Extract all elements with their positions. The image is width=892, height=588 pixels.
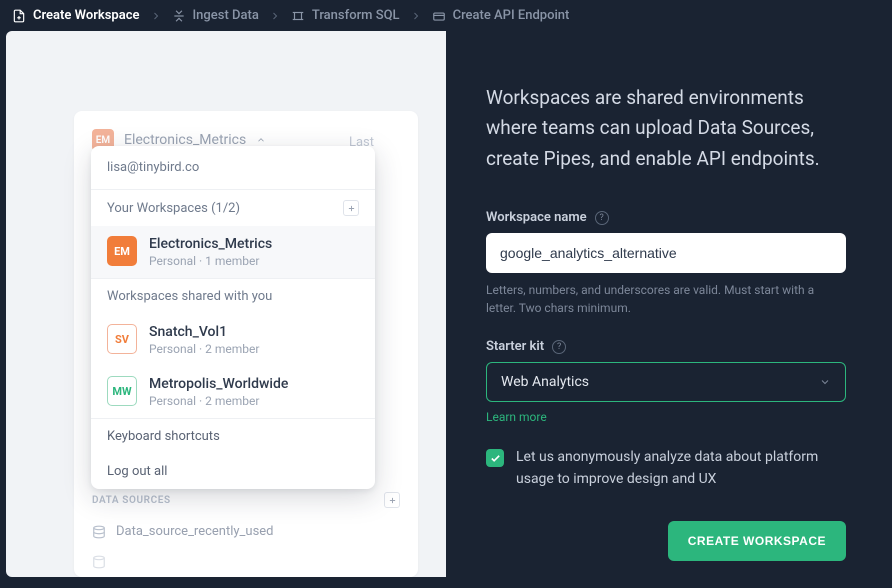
crumb-transform-sql[interactable]: Transform SQL (291, 8, 400, 23)
datasource-name: Data_source_recently_used (116, 524, 274, 539)
workspace-avatar: EM (107, 236, 137, 266)
starter-kit-value: Web Analytics (501, 374, 589, 390)
workspace-item-snatch-vol1[interactable]: SV Snatch_Vol1 Personal · 2 member (91, 314, 375, 366)
chevron-right-icon (410, 10, 422, 22)
chevron-down-icon (819, 376, 831, 388)
workspace-name-hint: Letters, numbers, and underscores are va… (486, 281, 846, 317)
workspace-avatar: MW (107, 376, 137, 406)
analytics-consent-row: Let us anonymously analyze data about pl… (486, 447, 846, 490)
transform-icon (291, 9, 305, 23)
workspace-item-sub: Personal · 2 member (149, 394, 288, 408)
create-workspace-form: Workspaces are shared environments where… (446, 31, 886, 577)
your-workspaces-header: Your Workspaces (1/2) (91, 190, 375, 226)
workspace-name-label: Workspace name (486, 210, 587, 225)
logout-all-link[interactable]: Log out all (91, 454, 375, 489)
user-email: lisa@tinybird.co (91, 146, 375, 189)
help-icon[interactable]: ? (552, 340, 566, 354)
workspace-item-electronics-metrics[interactable]: EM Electronics_Metrics Personal · 1 memb… (91, 226, 375, 278)
add-datasource-button[interactable] (384, 492, 400, 508)
chevron-right-icon (150, 10, 162, 22)
workspace-item-sub: Personal · 2 member (149, 342, 259, 356)
chevron-right-icon (269, 10, 281, 22)
analytics-checkbox-label: Let us anonymously analyze data about pl… (516, 447, 846, 490)
breadcrumb: Create Workspace Ingest Data Transform S… (0, 0, 892, 31)
starter-kit-label: Starter kit (486, 339, 544, 354)
starter-kit-field-group: Starter kit ? Web Analytics Learn more (486, 339, 846, 425)
create-workspace-button[interactable]: CREATE WORKSPACE (668, 521, 846, 561)
workspace-item-title: Electronics_Metrics (149, 236, 272, 252)
crumb-label: Transform SQL (312, 8, 400, 23)
workspace-dropdown: lisa@tinybird.co Your Workspaces (1/2) E… (91, 146, 375, 489)
datasource-item[interactable]: Data_source_recently_used (92, 516, 400, 547)
database-icon (92, 555, 106, 569)
crumb-create-api[interactable]: Create API Endpoint (432, 8, 570, 23)
crumb-create-workspace[interactable]: Create Workspace (12, 8, 140, 23)
workspace-item-sub: Personal · 1 member (149, 254, 272, 268)
keyboard-shortcuts-link[interactable]: Keyboard shortcuts (91, 419, 375, 454)
ingest-icon (172, 9, 186, 23)
help-icon[interactable]: ? (595, 211, 609, 225)
shared-workspaces-header: Workspaces shared with you (91, 279, 375, 314)
workspace-item-title: Snatch_Vol1 (149, 324, 259, 340)
starter-kit-select[interactable]: Web Analytics (486, 362, 846, 402)
workspace-name-input[interactable] (486, 233, 846, 273)
analytics-checkbox[interactable] (486, 449, 504, 467)
chevron-up-icon (256, 135, 266, 145)
add-workspace-button[interactable] (343, 200, 359, 216)
datasource-item-partial (92, 547, 400, 577)
crumb-label: Create Workspace (33, 8, 140, 23)
database-icon (92, 525, 106, 539)
api-icon (432, 9, 446, 23)
learn-more-link[interactable]: Learn more (486, 410, 547, 424)
left-panel: EM Electronics_Metrics Last Yet_a_pipe D… (6, 31, 446, 577)
workspace-name-field-group: Workspace name ? Letters, numbers, and u… (486, 210, 846, 317)
workspace-item-metropolis-worldwide[interactable]: MW Metropolis_Worldwide Personal · 2 mem… (91, 366, 375, 418)
workspace-item-title: Metropolis_Worldwide (149, 376, 288, 392)
crumb-label: Create API Endpoint (453, 8, 570, 23)
workspace-avatar: SV (107, 324, 137, 354)
crumb-label: Ingest Data (193, 8, 259, 23)
intro-text: Workspaces are shared environments where… (486, 83, 846, 174)
crumb-ingest-data[interactable]: Ingest Data (172, 8, 259, 23)
file-plus-icon (12, 9, 26, 23)
